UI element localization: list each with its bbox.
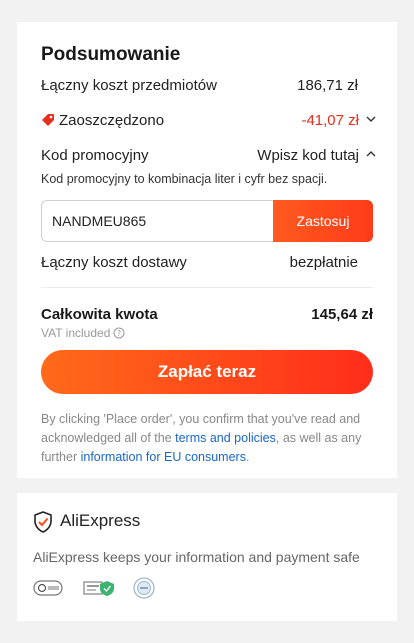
legal-suffix: . — [245, 450, 250, 464]
savings-row: Zaoszczędzono — [41, 112, 164, 129]
promo-toggle[interactable]: Wpisz kod tutaj — [257, 147, 377, 164]
items-total-value: 186,71 zł — [297, 77, 358, 94]
shipping-value: bezpłatnie — [289, 254, 358, 271]
tag-icon — [42, 114, 54, 126]
divider — [41, 287, 373, 288]
chevron-up-icon — [366, 151, 376, 157]
savings-label: Zaoszczędzono — [59, 112, 165, 129]
promo-code-input[interactable] — [41, 200, 273, 242]
privacy-seal-icon — [133, 577, 155, 599]
order-summary-card: Podsumowanie Łączny koszt przedmiotów 18… — [17, 22, 397, 478]
svg-text:?: ? — [117, 329, 121, 338]
legal-notice: By clicking 'Place order', you confirm t… — [41, 410, 375, 467]
vat-note: VAT included? — [41, 326, 125, 340]
apply-promo-button[interactable]: Zastosuj — [273, 200, 373, 242]
promo-label: Kod promocyjny — [41, 147, 149, 164]
promo-toggle-label: Wpisz kod tutaj — [257, 147, 359, 164]
total-value: 145,64 zł — [311, 306, 373, 323]
savings-value: -41,07 zł — [301, 112, 359, 129]
items-total-label: Łączny koszt przedmiotów — [41, 77, 217, 94]
pay-now-button[interactable]: Zapłać teraz — [41, 350, 373, 394]
security-badge-icon — [33, 580, 63, 596]
chevron-down-icon — [366, 116, 376, 122]
trust-message: AliExpress keeps your information and pa… — [33, 549, 360, 565]
total-label: Całkowita kwota — [41, 306, 158, 323]
promo-hint: Kod promocyjny to kombinacja liter i cyf… — [41, 172, 328, 186]
shield-check-icon — [34, 511, 52, 533]
terms-link[interactable]: terms and policies — [175, 431, 276, 445]
savings-toggle[interactable]: -41,07 zł — [301, 112, 377, 129]
summary-title: Podsumowanie — [41, 44, 181, 65]
eu-info-link[interactable]: information for EU consumers — [81, 450, 246, 464]
aliexpress-brand: AliExpress — [60, 511, 141, 530]
trust-card: AliExpress AliExpress keeps your informa… — [17, 493, 397, 621]
verified-badge-icon — [83, 581, 114, 596]
shipping-label: Łączny koszt dostawy — [41, 254, 187, 271]
vat-label: VAT included — [41, 326, 111, 340]
info-icon[interactable]: ? — [113, 327, 125, 339]
